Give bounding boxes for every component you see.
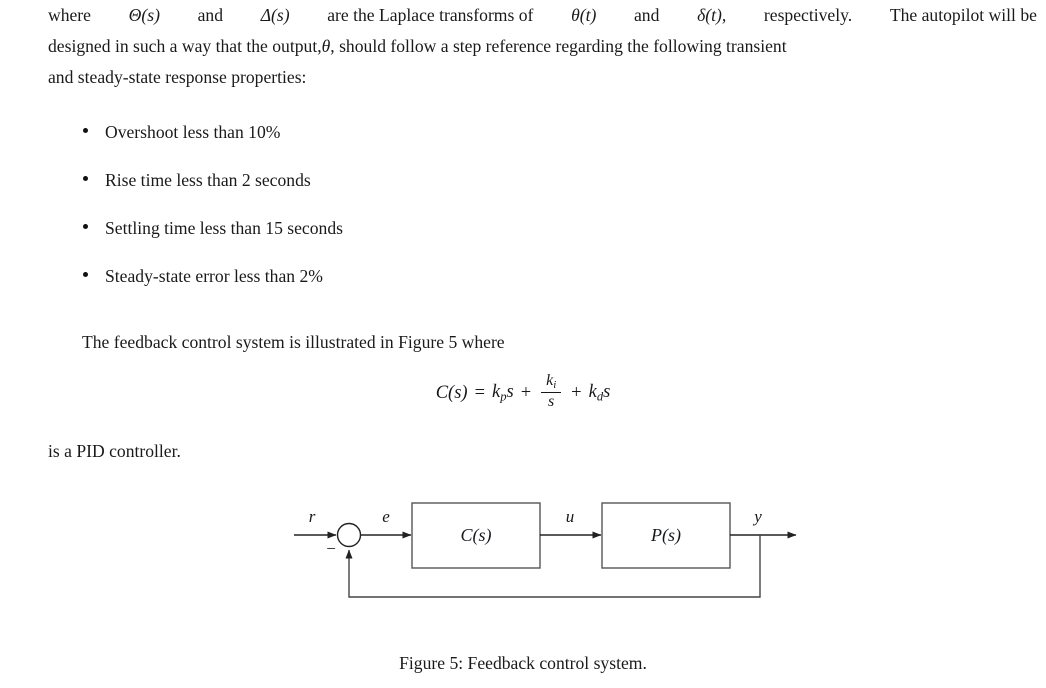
intro-line-3: and steady-state response properties: (48, 67, 307, 87)
bullet-icon (83, 224, 88, 229)
requirement-text: Steady-state error less than 2% (105, 266, 323, 286)
intro-line-1-theta-s: Θ(s) (128, 5, 160, 25)
intro-line-1-and-1: and (197, 5, 224, 25)
kd-base: k (588, 381, 597, 402)
equation-row: C(s) = kps + ki s + kds (435, 372, 611, 412)
bullet-icon (83, 272, 88, 277)
ki-subscript: i (553, 379, 557, 392)
intro-line-1-word-where: where (48, 5, 91, 25)
kp-base: k (492, 381, 501, 402)
intro-line-2-theta: θ (321, 36, 331, 56)
controller-block-label: C(s) (461, 525, 492, 546)
figure-intro-paragraph: The feedback control system is illustrat… (82, 327, 682, 358)
plant-block-label: P(s) (650, 525, 681, 546)
summing-junction-minus-sign: − (326, 539, 336, 558)
bullet-icon (83, 176, 88, 181)
bullet-icon (83, 128, 88, 133)
label-u: u (566, 507, 575, 526)
feedback-block-diagram: − C(s) P(s) r e u y (280, 492, 810, 617)
list-item: Overshoot less than 10% (80, 122, 600, 170)
intro-line-1: where Θ(s) and Δ(s) are the Laplace tran… (48, 0, 1037, 31)
intro-line-2: designed in such a way that the output,θ… (48, 31, 1037, 62)
list-item: Settling time less than 15 seconds (80, 218, 600, 266)
requirement-text: Overshoot less than 10% (105, 122, 281, 142)
equation-plus-2: + (571, 382, 582, 403)
kp-variable: s (506, 381, 514, 402)
requirement-text: Settling time less than 15 seconds (105, 218, 343, 238)
intro-line-1-theta-t: θ(t) (571, 5, 597, 25)
list-item: Rise time less than 2 seconds (80, 170, 600, 218)
intro-paragraph: where Θ(s) and Δ(s) are the Laplace tran… (48, 0, 1037, 93)
summing-junction (336, 522, 362, 548)
pid-equation: C(s) = kps + ki s + kds (0, 372, 1046, 412)
figure-intro-text: The feedback control system is illustrat… (82, 332, 505, 352)
kd-variable: s (603, 381, 611, 402)
equation-plus-1: + (520, 382, 532, 403)
intro-line-1-delta-s: Δ(s) (260, 5, 290, 25)
document-page: where Θ(s) and Δ(s) are the Laplace tran… (0, 0, 1046, 688)
list-item: Steady-state error less than 2% (80, 266, 600, 314)
intro-line-1-and-2: and (633, 5, 660, 25)
label-r: r (309, 507, 316, 526)
intro-line-2-post: , should follow a step reference regardi… (330, 36, 787, 56)
fraction-numerator: ki (543, 372, 559, 392)
label-e: e (382, 507, 390, 526)
intro-line-1-tail: The autopilot will be (889, 5, 1037, 25)
figure-caption: Figure 5: Feedback control system. (399, 653, 647, 673)
intro-line-1-respectively: respectively. (763, 5, 853, 25)
equation-lhs: C(s) (435, 382, 468, 403)
equation-term-proportional: kps (492, 382, 514, 405)
pid-controller-paragraph: is a PID controller. (48, 436, 448, 467)
fraction-denominator: s (548, 393, 555, 411)
label-y: y (752, 507, 762, 526)
equation-term-derivative: kds (589, 382, 611, 405)
intro-line-1-delta-t: δ(t), (697, 5, 727, 25)
requirement-text: Rise time less than 2 seconds (105, 170, 311, 190)
equation-term-integral: ki s (541, 372, 562, 411)
intro-line-2-pre: designed in such a way that the output, (48, 36, 322, 56)
requirements-list: Overshoot less than 10% Rise time less t… (80, 122, 600, 314)
equation-equals: = (474, 382, 485, 403)
pid-controller-text: is a PID controller. (48, 441, 181, 461)
intro-line-1-mid: are the Laplace transforms of (327, 5, 534, 25)
